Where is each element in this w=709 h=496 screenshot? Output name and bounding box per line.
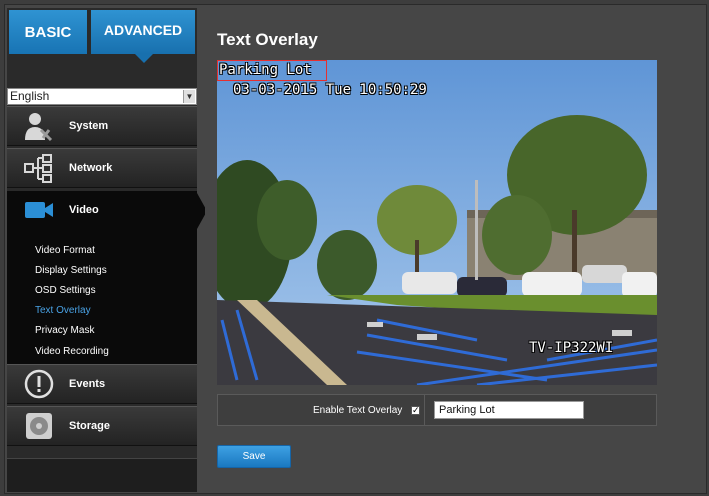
- subnav-privacy-mask[interactable]: Privacy Mask: [35, 325, 94, 336]
- subnav-display-settings[interactable]: Display Settings: [35, 265, 107, 276]
- nav-item-video[interactable]: Video: [7, 191, 197, 229]
- nav-label-events: Events: [69, 378, 106, 390]
- language-select[interactable]: English ▼: [7, 88, 197, 105]
- subnav-video-format[interactable]: Video Format: [35, 245, 95, 256]
- camera-scene-image: [217, 60, 657, 385]
- overlay-datetime: 03-03-2015 Tue 10:50:29: [233, 82, 427, 98]
- sidebar: BASIC ADVANCED English ▼ System Network …: [7, 8, 207, 492]
- page-title: Text Overlay: [217, 30, 318, 49]
- network-tree-icon: [19, 152, 59, 184]
- sidebar-footer: [7, 458, 197, 492]
- overlay-text-label: Parking Lot: [219, 62, 312, 78]
- nav-item-system[interactable]: System: [7, 106, 197, 146]
- tab-advanced[interactable]: ADVANCED: [91, 10, 195, 54]
- form-divider: [424, 395, 425, 425]
- system-admin-icon: [19, 110, 59, 142]
- nav-label-video: Video: [69, 204, 99, 216]
- subnav-text-overlay[interactable]: Text Overlay: [35, 305, 91, 316]
- subnav-osd-settings[interactable]: OSD Settings: [35, 285, 96, 296]
- language-select-value: English: [10, 89, 50, 103]
- enable-text-overlay-label: Enable Text Overlay: [313, 405, 403, 416]
- subnav-video-recording[interactable]: Video Recording: [35, 346, 109, 357]
- main-content: Text Overlay Parking Lot 03-03-2015 Tue …: [205, 8, 701, 492]
- nav-item-events[interactable]: Events: [7, 364, 197, 404]
- text-overlay-form-row: Enable Text Overlay ✓: [217, 394, 657, 426]
- nav-item-storage[interactable]: Storage: [7, 406, 197, 446]
- camera-live-view: Parking Lot 03-03-2015 Tue 10:50:29 TV-I…: [217, 60, 657, 385]
- tab-active-pointer: [135, 54, 153, 63]
- mode-tabs: BASIC ADVANCED: [7, 8, 197, 64]
- alert-icon: [19, 368, 59, 400]
- disk-icon: [19, 410, 59, 442]
- nav-label-network: Network: [69, 162, 113, 174]
- nav-label-system: System: [69, 120, 109, 132]
- overlay-text-input[interactable]: [434, 401, 584, 419]
- overlay-camera-model: TV-IP322WI: [529, 340, 614, 356]
- tab-basic[interactable]: BASIC: [9, 10, 87, 54]
- nav-group-video: Video Video Format Display Settings OSD …: [7, 191, 207, 369]
- nav-label-storage: Storage: [69, 420, 110, 432]
- save-button[interactable]: Save: [217, 445, 291, 468]
- enable-text-overlay-checkbox[interactable]: ✓: [411, 406, 420, 415]
- chevron-down-icon[interactable]: ▼: [183, 90, 195, 103]
- video-camera-icon: [19, 194, 59, 226]
- nav-item-network[interactable]: Network: [7, 148, 197, 188]
